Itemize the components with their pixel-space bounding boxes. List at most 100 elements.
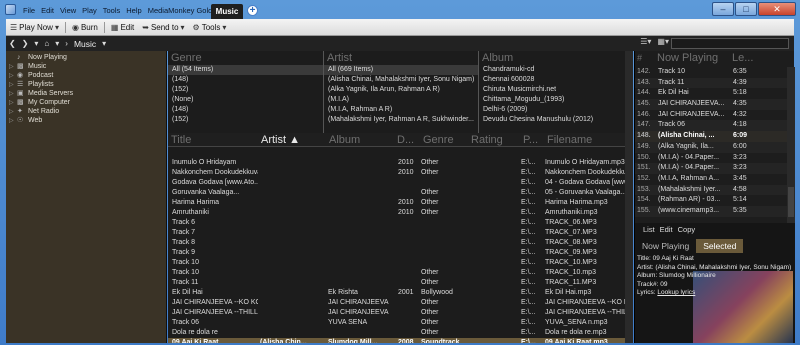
list-item[interactable]: (Mahalakshmi Iyer, Rahman A R, Sukhwinde… (324, 115, 478, 125)
now-playing-row[interactable]: 147. Track 06 4:18 (635, 120, 787, 132)
table-row[interactable]: Track 8 E:\... TRACK_08.MP3 (168, 238, 633, 248)
now-playing-row[interactable]: 142. Track 10 6:35 (635, 67, 787, 78)
table-row[interactable]: Track 11 Other E:\... TRACK_11.MP3 (168, 278, 633, 288)
list-item[interactable]: (148) (168, 75, 323, 85)
artist-header[interactable]: Artist (324, 51, 478, 65)
expand-icon[interactable]: ▷ (9, 99, 17, 106)
menu-file[interactable]: File (20, 4, 38, 17)
now-playing-row[interactable]: 145. JAI CHIRANJEEVA... 4:35 (635, 99, 787, 110)
now-playing-row[interactable]: 148. (Alisha Chinai, ... 6:09 (635, 131, 787, 142)
now-playing-row[interactable]: 155. (www.cinemamp3... 5:35 (635, 205, 787, 217)
expand-icon[interactable]: ▷ (9, 90, 17, 97)
tree-item-now-playing[interactable]: ♪ Now Playing (6, 53, 166, 62)
app-icon[interactable] (5, 4, 16, 15)
column-filename[interactable]: Filename (544, 133, 629, 147)
menu-play[interactable]: Play (79, 4, 100, 17)
info-menu-list[interactable]: List (643, 225, 655, 234)
back-icon[interactable]: ❮ (6, 39, 19, 48)
table-row[interactable]: Goruvanka Vaalaga... Other E:\... 05 - Goru… (168, 188, 633, 198)
now-playing-row[interactable]: 154. (Rahman AR) - 03... 5:14 (635, 195, 787, 206)
expand-icon[interactable]: ▷ (9, 117, 17, 124)
menu-mediamonkey-gold[interactable]: MediaMonkey Gold (145, 4, 216, 17)
add-tab-icon[interactable]: + (247, 5, 258, 16)
list-item[interactable]: Delhi-6 (2009) (479, 105, 633, 115)
table-row[interactable]: Amruthaniki 2010 Other E:\... Amruthaniki.mp… (168, 208, 633, 218)
list-item[interactable]: (M.I.A) (324, 95, 478, 105)
now-playing-row[interactable]: 144. Ek Dil Hai 5:18 (635, 88, 787, 99)
expand-icon[interactable]: ▷ (9, 108, 17, 115)
tools-button[interactable]: ⚙ Tools ▾ (189, 20, 231, 35)
history-dropdown-icon[interactable]: ▾ (31, 39, 41, 48)
maximize-icon[interactable]: □ (735, 2, 757, 16)
expand-icon[interactable]: ▷ (9, 81, 17, 88)
breadcrumb[interactable]: Music (71, 39, 99, 49)
tracklist-scrollbar[interactable] (625, 51, 633, 343)
list-item[interactable]: (152) (168, 85, 323, 95)
tree-item-media-servers[interactable]: ▷ ▣ Media Servers (6, 89, 166, 98)
play-now-button[interactable]: ☰ Play Now ▾ (6, 20, 63, 35)
column-date[interactable]: D... (394, 133, 420, 147)
column-rating[interactable]: Rating (468, 133, 520, 147)
list-item[interactable]: (Alisha Chinai, Mahalakshmi Iyer, Sonu N… (324, 75, 478, 85)
now-playing-row[interactable]: 150. (M.I.A) - 04.Paper... 3:23 (635, 153, 787, 164)
table-row[interactable]: Track 9 E:\... TRACK_09.MP3 (168, 248, 633, 258)
list-item[interactable]: (148) (168, 105, 323, 115)
edit-button[interactable]: ▦ Edit (107, 20, 138, 35)
close-icon[interactable]: ✕ (758, 2, 796, 16)
now-playing-row[interactable]: 149. (Alka Yagnik, Ila... 6:00 (635, 141, 787, 153)
table-row[interactable]: JAI CHIRANJEEVA --THILL... JAI CHIRANJEEV… (168, 308, 633, 318)
list-item[interactable]: (152) (168, 115, 323, 125)
menu-edit[interactable]: Edit (38, 4, 57, 17)
tree-item-podcast[interactable]: ▷ ◉ Podcast (6, 71, 166, 80)
minimize-icon[interactable]: – (712, 2, 734, 16)
tree-item-playlists[interactable]: ▷ ☰ Playlists (6, 80, 166, 89)
send-to-button[interactable]: ➥ Send to ▾ (138, 20, 188, 35)
column-artist[interactable]: Artist ▲ (258, 133, 326, 147)
menu-help[interactable]: Help (123, 4, 144, 17)
column-genre[interactable]: Genre (420, 133, 468, 147)
list-item[interactable]: (None) (168, 95, 323, 105)
np-column-number[interactable]: # (635, 53, 657, 63)
genre-header[interactable]: Genre (168, 51, 323, 65)
tree-item-my-computer[interactable]: ▷ ▩ My Computer (6, 98, 166, 107)
tree-item-music[interactable]: ▷ ▩ Music (6, 62, 166, 71)
crumb-dropdown-icon[interactable]: ▾ (99, 39, 109, 48)
now-playing-row[interactable]: 153. (Mahalakshmi Iyer... 4:58 (635, 184, 787, 196)
tree-item-net-radio[interactable]: ▷ ✦ Net Radio (6, 107, 166, 116)
home-dropdown-icon[interactable]: ▾ (52, 39, 62, 48)
now-playing-row[interactable]: 146. JAI CHIRANJEEVA... 4:32 (635, 110, 787, 121)
menu-tools[interactable]: Tools (100, 4, 124, 17)
table-row[interactable]: JAI CHIRANJEEVA --KO KO... JAI CHIRANJEEV… (168, 298, 633, 308)
table-row[interactable]: Nakkonchem Dookudekkuva 2010 Other E:\... Na… (168, 168, 633, 178)
scrollbar-thumb[interactable] (788, 187, 794, 217)
info-menu-copy[interactable]: Copy (678, 225, 696, 234)
list-item[interactable]: (Alka Yagnik, Ila Arun, Rahman A R) (324, 85, 478, 95)
tab-now-playing[interactable]: Now Playing (635, 239, 696, 253)
list-item[interactable]: Chandramuki-cd (479, 65, 633, 75)
table-row[interactable]: Ek Dil Hai Ek Rishta 2001 Bollywood E:\... Ek… (168, 288, 633, 298)
column-album[interactable]: Album (326, 133, 394, 147)
expand-icon[interactable]: ▷ (9, 63, 17, 70)
now-playing-row[interactable]: 152. (M.I.A, Rahman A... 3:45 (635, 174, 787, 185)
table-row[interactable]: Godava Godava [www.Ato... E:\... 04 - Goda… (168, 178, 633, 188)
table-row[interactable]: Inumulo O Hridayam 2010 Other E:\... Inumulo… (168, 158, 633, 168)
now-playing-row[interactable]: 151. (M.I.A) - 04.Paper... 3:23 (635, 163, 787, 174)
column-title[interactable]: Title (168, 133, 258, 147)
album-header[interactable]: Album (479, 51, 633, 65)
search-input[interactable] (671, 38, 789, 49)
list-item[interactable]: Chittama_Mogudu_(1993) (479, 95, 633, 105)
tab-music[interactable]: Music (211, 4, 243, 19)
tree-item-web[interactable]: ▷ ☉ Web (6, 116, 166, 125)
column-path[interactable]: P... (520, 133, 544, 147)
list-item[interactable]: All (669 Items) (324, 65, 478, 75)
table-row[interactable]: Track 10 Other E:\... TRACK_10.mp3 (168, 268, 633, 278)
info-menu-edit[interactable]: Edit (660, 225, 673, 234)
menu-view[interactable]: View (57, 4, 79, 17)
table-row[interactable]: Track 06 YUVA SENA Other E:\... YUVA_SENA n.… (168, 318, 633, 328)
np-column-length[interactable]: Le... (732, 52, 753, 64)
list-item[interactable]: Chennai 600028 (479, 75, 633, 85)
np-column-title[interactable]: Now Playing (657, 52, 732, 64)
list-item[interactable]: Chiruta Musicmirchi.net (479, 85, 633, 95)
table-row[interactable]: Dola re dola re Other E:\... Dola re dola r… (168, 328, 633, 338)
forward-icon[interactable]: ❯ (19, 39, 32, 48)
